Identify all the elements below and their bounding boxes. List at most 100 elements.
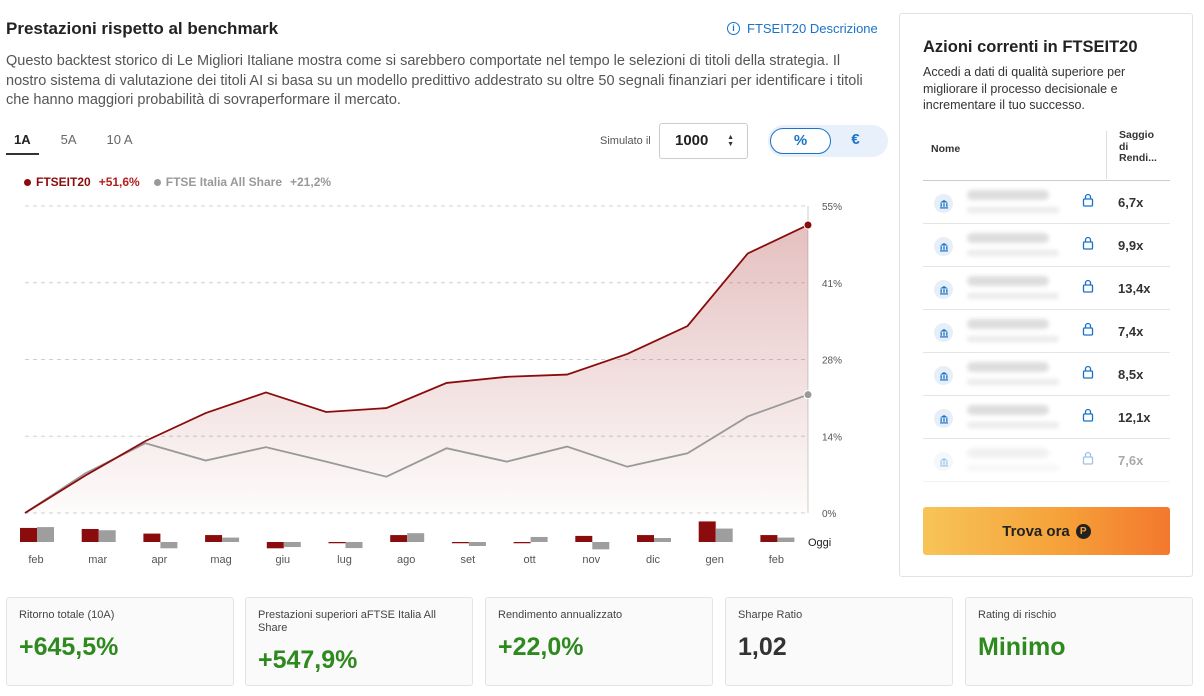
- performance-chart[interactable]: 55% 41% 28% 14% 0% feb mar apr mag giu lug ago set ot…: [0, 190, 880, 575]
- x-tick-label: apr: [151, 554, 167, 566]
- column-header-yield: Saggio di Rendi...: [1119, 129, 1157, 164]
- stock-row[interactable]: 7,4x: [923, 310, 1170, 353]
- simulated-amount-value: 1000: [675, 132, 709, 149]
- tab-5a[interactable]: 5A: [53, 132, 85, 155]
- stat-total-return: Ritorno totale (10A) +645,5%: [6, 597, 234, 686]
- info-icon: i: [727, 22, 740, 35]
- find-now-button[interactable]: Trova ora P: [923, 507, 1170, 555]
- ftseit20-month-bar: [205, 535, 223, 542]
- stock-row[interactable]: 12,1x: [923, 396, 1170, 439]
- benchmark-end-point: [803, 390, 813, 400]
- stat-label: Rating di rischio: [978, 609, 1057, 621]
- panel-text: Accedi a dati di qualità superiore per m…: [923, 65, 1126, 112]
- ftseit20-month-bar: [81, 528, 99, 542]
- hidden-stock-name: [967, 190, 1049, 200]
- description-link[interactable]: i FTSEIT20 Descrizione: [727, 21, 878, 36]
- x-tick-label: set: [461, 554, 476, 566]
- legend-name: FTSEIT20: [36, 175, 91, 189]
- hidden-stock-name: [967, 362, 1049, 372]
- ftseit20-month-bar: [513, 542, 531, 544]
- lock-icon[interactable]: [1082, 236, 1094, 250]
- benchmark-month-bar: [715, 528, 733, 542]
- x-tick-label: mar: [88, 554, 107, 566]
- y-tick-label: 41%: [822, 279, 842, 290]
- current-stocks-panel: Azioni correnti in FTSEIT20 Accedi a dat…: [899, 13, 1193, 577]
- range-tabs: 1A 5A 10 A: [6, 132, 155, 155]
- hidden-stock-name: [967, 276, 1049, 286]
- hidden-stock-detail: [967, 250, 1059, 256]
- x-tick-label: gen: [706, 554, 724, 566]
- simulated-amount-input[interactable]: 1000 ▲ ▼: [659, 123, 748, 159]
- stock-row[interactable]: 13,4x: [923, 267, 1170, 310]
- hidden-stock-name: [967, 448, 1049, 458]
- stat-value: 1,02: [738, 633, 787, 661]
- lock-icon[interactable]: [1082, 408, 1094, 422]
- stock-row[interactable]: 8,5x: [923, 353, 1170, 396]
- tab-10a[interactable]: 10 A: [99, 132, 141, 155]
- stat-value: Minimo: [978, 633, 1066, 661]
- ftseit20-month-bar: [760, 535, 778, 542]
- legend-item-benchmark[interactable]: FTSE Italia All Share +21,2%: [153, 175, 331, 189]
- ftseit20-month-bar: [143, 533, 161, 542]
- x-tick-label: giu: [275, 554, 290, 566]
- benchmark-month-bar: [468, 542, 486, 546]
- legend-item-ftseit20[interactable]: FTSEIT20 +51,6%: [24, 175, 140, 189]
- stat-label: Rendimento annualizzato: [498, 609, 623, 621]
- benchmark-month-bar: [407, 533, 425, 542]
- lock-icon[interactable]: [1082, 193, 1094, 207]
- stepper-icon[interactable]: ▲ ▼: [727, 134, 734, 148]
- bank-icon: [934, 323, 953, 342]
- ftseit20-end-point: [803, 220, 813, 230]
- stat-value: +645,5%: [19, 633, 119, 661]
- x-tick-label: ago: [397, 554, 415, 566]
- lock-icon[interactable]: [1082, 322, 1094, 336]
- ftseit20-month-bar: [20, 527, 37, 542]
- benchmark-month-bar: [98, 530, 116, 542]
- benchmark-month-bar: [283, 542, 301, 548]
- column-divider: [1106, 131, 1107, 179]
- hidden-stock-detail: [967, 293, 1059, 299]
- stock-row[interactable]: 9,9x: [923, 224, 1170, 267]
- unit-euro-option[interactable]: €: [825, 128, 886, 154]
- unit-percent-option[interactable]: %: [770, 128, 831, 154]
- ftseit20-month-bar: [390, 535, 408, 542]
- find-now-label: Trova ora: [1002, 522, 1070, 540]
- bank-icon: [934, 237, 953, 256]
- yield-value: 6,7x: [1118, 195, 1144, 210]
- stat-outperformance: Prestazioni superiori aFTSE Italia All S…: [245, 597, 473, 686]
- x-tick-label: dic: [646, 554, 661, 566]
- hidden-stock-detail: [967, 336, 1059, 342]
- x-tick-label: lug: [337, 554, 352, 566]
- benchmark-month-bar: [654, 538, 671, 542]
- benchmark-month-bar: [222, 537, 240, 542]
- ftseit20-month-bar: [575, 535, 593, 542]
- stat-label: Ritorno totale (10A): [19, 609, 115, 621]
- bank-icon: [934, 280, 953, 299]
- stock-row[interactable]: 6,7x: [923, 181, 1170, 224]
- x-tick-label-today: Oggi: [808, 537, 831, 549]
- hidden-stock-detail: [967, 465, 1059, 471]
- legend-name: FTSE Italia All Share: [165, 175, 282, 189]
- tab-1a[interactable]: 1A: [6, 132, 39, 155]
- lock-icon[interactable]: [1082, 365, 1094, 379]
- yield-value: 8,5x: [1118, 367, 1144, 382]
- benchmark-month-bar: [592, 542, 610, 550]
- x-tick-label: nov: [582, 554, 600, 566]
- yield-value: 9,9x: [1118, 238, 1144, 253]
- ftseit20-month-bar: [328, 542, 346, 544]
- yield-value: 13,4x: [1118, 281, 1151, 296]
- lock-icon[interactable]: [1082, 451, 1094, 465]
- yield-value: 7,4x: [1118, 324, 1144, 339]
- yield-value: 12,1x: [1118, 410, 1151, 425]
- page-title: Prestazioni rispetto al benchmark: [6, 19, 279, 38]
- lock-icon[interactable]: [1082, 279, 1094, 293]
- bank-icon: [934, 194, 953, 213]
- dot-icon: [24, 178, 31, 186]
- legend-value: +51,6%: [98, 175, 140, 189]
- stat-label: Sharpe Ratio: [738, 609, 803, 621]
- stock-row[interactable]: 7,6x: [923, 439, 1170, 482]
- bank-icon: [934, 409, 953, 428]
- y-tick-label: 55%: [822, 202, 842, 213]
- y-tick-label: 0%: [822, 509, 837, 520]
- panel-title: Azioni correnti in FTSEIT20: [923, 38, 1138, 56]
